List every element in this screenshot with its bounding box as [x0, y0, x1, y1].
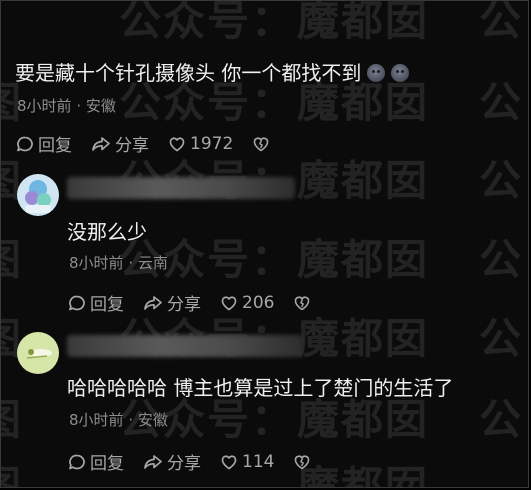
reply-label: 回复 [90, 295, 124, 315]
share-label: 分享 [115, 136, 149, 156]
watermark: 公 [479, 395, 524, 444]
reply-button[interactable]: 回复 [67, 449, 124, 474]
comment-meta: 8小时前 · 安徽 [69, 409, 168, 430]
broken-heart-icon [295, 455, 310, 469]
meta-separator: · [128, 411, 134, 429]
watermark: 图 [1, 226, 23, 287]
watermark: 图 [1, 386, 23, 447]
comment-time: 8小时前 [17, 97, 72, 115]
watermark: 公 [479, 314, 524, 363]
avatar[interactable] [17, 332, 59, 374]
heart-icon [169, 136, 185, 151]
comment-location: 安徽 [137, 411, 168, 429]
reply-icon [69, 295, 85, 310]
comment-text: 哈哈哈哈哈 博主也算是过上了楚门的生活了 [67, 372, 453, 401]
like-count: 114 [242, 451, 275, 472]
reply-button[interactable]: 回复 [15, 131, 72, 156]
comment-time: 8小时前 [69, 411, 124, 429]
sad-face-emoji-icon [391, 64, 410, 82]
like-button[interactable]: 206 [219, 293, 274, 313]
avatar[interactable] [17, 174, 59, 216]
blurred-username [67, 177, 295, 199]
watermark: 公 [479, 0, 524, 45]
share-button[interactable]: 分享 [90, 131, 149, 156]
reply-button[interactable]: 回复 [67, 290, 124, 315]
watermark: 图 [1, 453, 23, 487]
share-button[interactable]: 分享 [142, 290, 201, 315]
meta-separator: · [76, 97, 82, 115]
comment-thread: 公众号： 魔都囡 公 图 公众号： 魔都囡 公 图 公众号： 魔都囡 公 图 公… [0, 0, 529, 488]
comment-body: 没那么少 [67, 220, 147, 244]
watermark: 魔都囡 [297, 235, 430, 284]
comment-actions: 回复 分享 206 [67, 290, 333, 315]
comment-location: 云南 [137, 254, 168, 272]
share-icon [144, 454, 162, 469]
reply-label: 回复 [90, 454, 124, 474]
heart-icon [221, 295, 237, 310]
share-label: 分享 [167, 454, 201, 474]
sad-face-emoji-icon [367, 64, 386, 82]
comment-meta: 8小时前 · 安徽 [17, 95, 116, 116]
watermark: 公众号： [119, 0, 296, 45]
like-count: 1972 [190, 133, 234, 154]
reply-label: 回复 [38, 136, 72, 156]
reply-icon [17, 136, 33, 151]
dislike-button[interactable] [292, 293, 315, 313]
comment-time: 8小时前 [69, 254, 124, 272]
share-label: 分享 [167, 295, 201, 315]
like-button[interactable]: 1972 [167, 134, 233, 154]
watermark: 公 [479, 235, 524, 284]
avatar-image [17, 332, 59, 374]
comment-actions: 回复 分享 114 [67, 449, 333, 474]
broken-heart-icon [253, 137, 269, 151]
like-count: 206 [242, 292, 275, 313]
watermark: 公 [479, 78, 524, 127]
share-button[interactable]: 分享 [142, 449, 201, 474]
share-icon [92, 136, 110, 151]
heart-icon [221, 454, 237, 469]
like-button[interactable]: 114 [219, 452, 274, 472]
comment-actions: 回复 分享 1972 [15, 131, 292, 156]
share-icon [144, 295, 162, 310]
comment-text: 没那么少 [67, 216, 147, 245]
watermark: 魔都囡 [297, 0, 430, 45]
comment-meta: 8小时前 · 云南 [69, 252, 168, 273]
watermark: 魔都囡 [297, 156, 430, 205]
blurred-username [67, 335, 303, 357]
comment-text: 要是藏十个针孔摄像头 你一个都找不到 [15, 57, 410, 86]
broken-heart-icon [295, 296, 310, 310]
comment-location: 安徽 [85, 97, 116, 115]
reply-icon [69, 454, 85, 469]
comment-body: 哈哈哈哈哈 博主也算是过上了楚门的生活了 [67, 376, 454, 400]
avatar-image [17, 174, 59, 216]
dislike-button[interactable] [251, 134, 274, 154]
meta-separator: · [128, 254, 134, 272]
watermark: 公 [479, 156, 524, 205]
dislike-button[interactable] [292, 452, 315, 472]
comment-body: 要是藏十个针孔摄像头 你一个都找不到 [15, 61, 362, 85]
